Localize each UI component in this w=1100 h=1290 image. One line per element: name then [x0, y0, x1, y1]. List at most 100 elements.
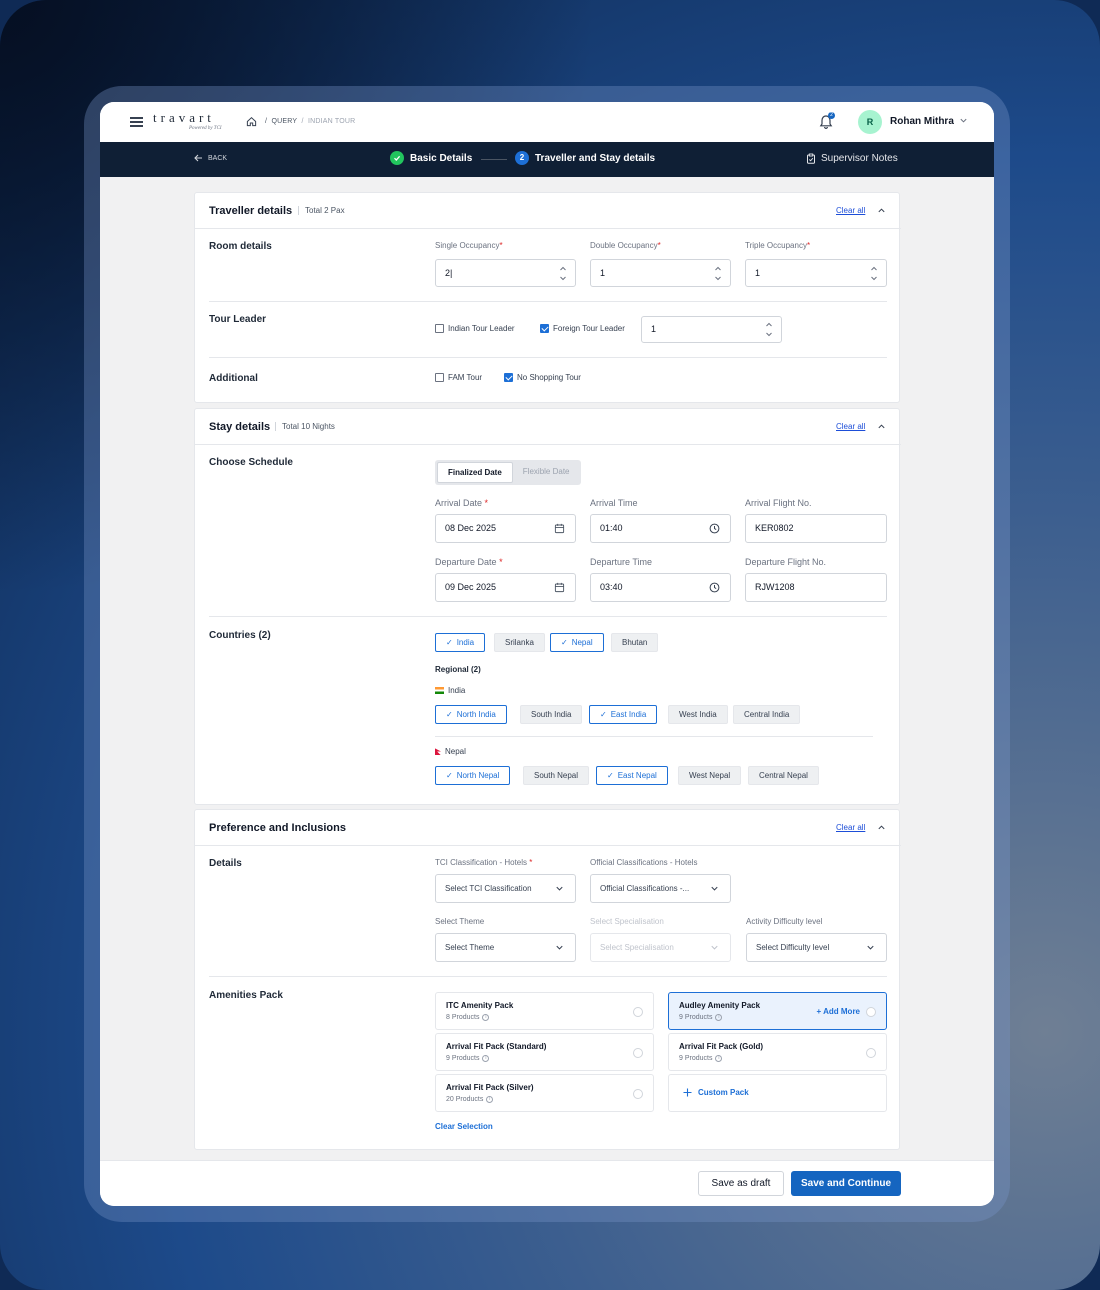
additional-label: Additional [209, 373, 258, 384]
difficulty-level-select[interactable]: Select Difficulty level [746, 933, 887, 962]
chevron-down-icon[interactable] [959, 116, 968, 125]
tour-leader-label: Tour Leader [209, 314, 267, 325]
checkbox-unchecked[interactable] [435, 324, 444, 333]
arrival-time-input[interactable]: 01:40 [590, 514, 731, 543]
avatar[interactable]: R [858, 110, 882, 134]
info-icon[interactable]: i [486, 1096, 494, 1103]
info-icon[interactable]: i [715, 1014, 723, 1021]
tci-classification-select[interactable]: Select TCI Classification [435, 874, 576, 903]
progress-stepper: BACK Basic Details 2 Traveller and Stay … [100, 142, 994, 177]
chevron-up-icon[interactable] [877, 422, 886, 431]
custom-pack-button[interactable]: Custom Pack [668, 1074, 887, 1112]
region-chip-central-india[interactable]: Central India [733, 705, 801, 724]
official-classification-label: Official Classifications - Hotels [590, 858, 698, 867]
country-chip-srilanka[interactable]: Srilanka [494, 633, 545, 652]
pack-count: 9 Products i [446, 1055, 490, 1062]
clear-selection-link[interactable]: Clear Selection [435, 1122, 493, 1131]
clear-all-link[interactable]: Clear all [836, 422, 865, 431]
double-occupancy-input[interactable]: 1 [590, 259, 731, 287]
plus-icon [683, 1088, 692, 1097]
card-subtitle: Total 2 Pax [298, 206, 345, 215]
clear-all-link[interactable]: Clear all [836, 823, 865, 832]
pack-radio[interactable] [866, 1048, 876, 1058]
logo-subtitle: Powered by TCI [189, 126, 222, 131]
save-draft-button[interactable]: Save as draft [698, 1171, 784, 1196]
back-button[interactable]: BACK [194, 154, 227, 162]
info-icon[interactable]: i [482, 1014, 490, 1021]
info-icon[interactable]: i [715, 1055, 723, 1062]
save-continue-button[interactable]: Save and Continue [791, 1171, 901, 1196]
arrival-flight-label: Arrival Flight No. [745, 498, 812, 508]
flexible-date-tab[interactable]: Flexible Date [513, 462, 580, 483]
clock-icon[interactable] [709, 582, 720, 593]
breadcrumb-query[interactable]: QUERY [271, 118, 297, 125]
amenity-pack-silver[interactable]: Arrival Fit Pack (Silver) 20 Products i [435, 1074, 654, 1112]
clear-all-link[interactable]: Clear all [836, 206, 865, 215]
fam-tour-checkbox[interactable]: FAM Tour [435, 373, 482, 382]
triple-occupancy-label: Triple Occupancy* [745, 241, 811, 250]
pack-radio[interactable] [866, 1007, 876, 1017]
foreign-tour-leader-checkbox[interactable]: Foreign Tour Leader [540, 324, 625, 333]
calendar-icon[interactable] [554, 582, 565, 593]
region-chip-west-india[interactable]: West India [668, 705, 728, 724]
pack-radio[interactable] [633, 1007, 643, 1017]
number-stepper-icon[interactable] [559, 265, 567, 282]
departure-flight-input[interactable]: RJW1208 [745, 573, 887, 602]
no-shopping-tour-checkbox[interactable]: No Shopping Tour [504, 373, 581, 382]
official-classification-select[interactable]: Official Classifications -... [590, 874, 731, 903]
checkbox-checked[interactable] [504, 373, 513, 382]
country-chip-nepal[interactable]: Nepal [550, 633, 604, 652]
indian-tour-leader-checkbox[interactable]: Indian Tour Leader [435, 324, 515, 333]
chevron-down-icon [867, 945, 874, 950]
region-chip-central-nepal[interactable]: Central Nepal [748, 766, 819, 785]
home-icon[interactable] [246, 116, 257, 127]
pack-radio[interactable] [633, 1048, 643, 1058]
checkbox-checked[interactable] [540, 324, 549, 333]
number-stepper-icon[interactable] [870, 265, 878, 282]
checkbox-unchecked[interactable] [435, 373, 444, 382]
number-stepper-icon[interactable] [714, 265, 722, 282]
arrival-flight-input[interactable]: KER0802 [745, 514, 887, 543]
tour-leader-count-input[interactable]: 1 [641, 316, 782, 343]
supervisor-notes-button[interactable]: Supervisor Notes [806, 153, 898, 164]
step-traveller-stay[interactable]: 2 Traveller and Stay details [515, 151, 655, 165]
clock-icon[interactable] [709, 523, 720, 534]
country-chip-india[interactable]: India [435, 633, 486, 652]
difficulty-level-label: Activity Difficulty level [746, 917, 823, 926]
info-icon[interactable]: i [482, 1055, 490, 1062]
calendar-icon[interactable] [554, 523, 565, 534]
logo[interactable]: travart Powered by TCI [153, 110, 222, 131]
user-name[interactable]: Rohan Mithra [890, 116, 954, 127]
arrival-date-input[interactable]: 08 Dec 2025 [435, 514, 576, 543]
region-chip-south-india[interactable]: South India [520, 705, 583, 724]
region-chip-west-nepal[interactable]: West Nepal [678, 766, 742, 785]
theme-select[interactable]: Select Theme [435, 933, 576, 962]
region-chip-south-nepal[interactable]: South Nepal [523, 766, 590, 785]
menu-icon[interactable] [130, 117, 143, 127]
chevron-up-icon[interactable] [877, 206, 886, 215]
amenity-pack-gold[interactable]: Arrival Fit Pack (Gold) 9 Products i [668, 1033, 887, 1071]
departure-time-input[interactable]: 03:40 [590, 573, 731, 602]
region-chip-north-nepal[interactable]: North Nepal [435, 766, 511, 785]
region-chip-north-india[interactable]: North India [435, 705, 507, 724]
chevron-down-icon [556, 945, 563, 950]
amenity-pack-standard[interactable]: Arrival Fit Pack (Standard) 9 Products i [435, 1033, 654, 1071]
step-basic-details[interactable]: Basic Details [390, 151, 472, 165]
single-occupancy-input[interactable]: 2| [435, 259, 576, 287]
pack-name: Arrival Fit Pack (Standard) [446, 1042, 547, 1051]
check-circle-icon [390, 151, 404, 165]
departure-date-input[interactable]: 09 Dec 2025 [435, 573, 576, 602]
region-chip-east-nepal[interactable]: East Nepal [596, 766, 668, 785]
amenity-pack-itc[interactable]: ITC Amenity Pack 8 Products i [435, 992, 654, 1030]
finalized-date-tab[interactable]: Finalized Date [437, 462, 513, 483]
number-stepper-icon[interactable] [765, 321, 773, 338]
triple-occupancy-input[interactable]: 1 [745, 259, 887, 287]
chevron-up-icon[interactable] [877, 823, 886, 832]
amenity-pack-audley[interactable]: Audley Amenity Pack 9 Products i + Add Mo… [668, 992, 887, 1030]
notification-button[interactable]: 2 [819, 112, 835, 130]
country-chip-bhutan[interactable]: Bhutan [611, 633, 659, 652]
step1-label: Basic Details [410, 152, 473, 164]
add-more-button[interactable]: + Add More [817, 1007, 860, 1016]
pack-radio[interactable] [633, 1089, 643, 1099]
region-chip-east-india[interactable]: East India [589, 705, 658, 724]
